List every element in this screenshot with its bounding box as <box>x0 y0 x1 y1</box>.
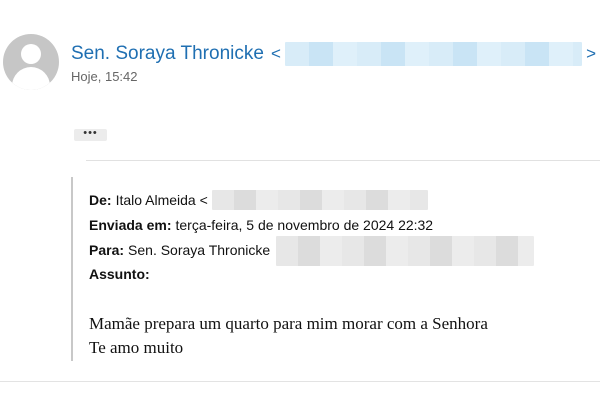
divider-top <box>86 160 600 161</box>
quoted-to-value: Sen. Soraya Thronicke <box>128 242 271 258</box>
sender-email-open: < <box>270 44 281 63</box>
quoted-subject-label: Assunto: <box>89 266 150 282</box>
sender-email-close: > <box>586 44 596 63</box>
quoted-to-row: Para: Sen. Soraya Thronicke <box>89 236 535 266</box>
avatar-head-shape <box>21 44 41 64</box>
quoted-to-email-redacted <box>276 236 535 266</box>
sender-line: Sen. Soraya Thronicke < > <box>71 42 596 66</box>
quoted-to-label: Para: <box>89 242 125 258</box>
message-body-line-2: Te amo muito <box>89 338 184 357</box>
message-timestamp: Hoje, 15:42 <box>71 69 138 84</box>
quoted-sent-row: Enviada em: terça-feira, 5 de novembro d… <box>89 215 433 235</box>
divider-bottom <box>0 381 600 382</box>
quoted-from-row: De: Italo Almeida < <box>89 190 428 210</box>
avatar-shoulders-shape <box>12 67 50 90</box>
quoted-from-value: Italo Almeida < <box>115 192 208 208</box>
sender-name[interactable]: Sen. Soraya Thronicke <box>71 43 264 65</box>
sender-email-redacted <box>284 42 583 66</box>
quoted-subject-row: Assunto: <box>89 264 154 284</box>
quoted-from-email-redacted <box>211 190 428 210</box>
show-quoted-text-button[interactable]: ••• <box>74 128 107 141</box>
quoted-sent-label: Enviada em: <box>89 217 172 233</box>
avatar[interactable] <box>3 34 59 90</box>
quoted-sent-value: terça-feira, 5 de novembro de 2024 22:32 <box>175 217 434 233</box>
quote-bar <box>71 177 73 361</box>
quoted-from-label: De: <box>89 192 112 208</box>
message-body-line-1: Mamãe prepara um quarto para mim morar c… <box>89 314 488 333</box>
